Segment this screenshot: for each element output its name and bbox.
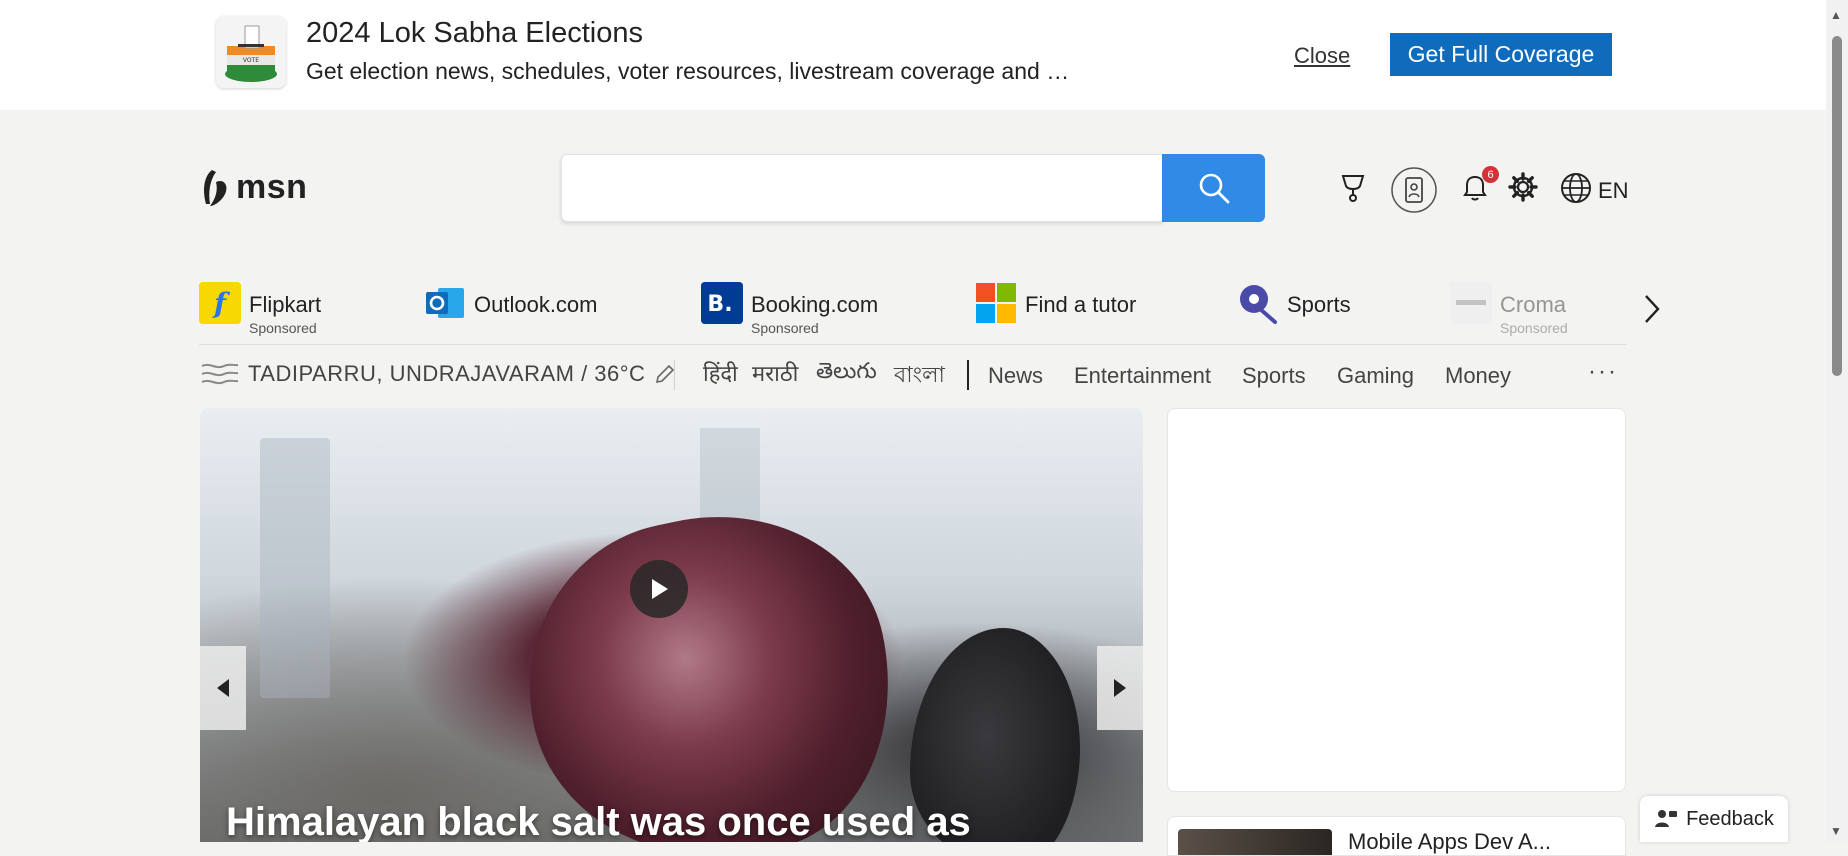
nav-gaming[interactable]: Gaming	[1337, 363, 1414, 389]
nav-sports[interactable]: Sports	[1242, 363, 1306, 389]
hero-carousel[interactable]: Himalayan black salt was once used as	[200, 408, 1143, 842]
quicklinks-divider	[199, 344, 1627, 345]
haze-weather-icon	[201, 363, 239, 385]
weather-text: TADIPARRU, UNDRAJAVARAM / 36°C	[248, 361, 646, 386]
msn-logo[interactable]: msn	[198, 166, 307, 208]
lang-link-marathi[interactable]: मराठी	[752, 358, 798, 388]
hero-title[interactable]: Himalayan black salt was once used as	[226, 800, 971, 842]
quicklink-label: Outlook.com	[474, 292, 598, 317]
play-icon	[652, 579, 668, 599]
lang-link-bangla[interactable]: বাংলা	[894, 358, 945, 395]
microsoft-icon	[975, 282, 1017, 324]
booking-icon: B.	[701, 282, 743, 324]
quicklinks-next-icon[interactable]	[1642, 292, 1662, 331]
language-selector[interactable]: EN	[1598, 178, 1629, 204]
nav-money[interactable]: Money	[1445, 363, 1511, 389]
scroll-thumb[interactable]	[1832, 36, 1842, 376]
nav-separator	[674, 360, 675, 390]
page-scrollbar[interactable]: ▲ ▼	[1826, 0, 1848, 842]
search-box[interactable]	[561, 154, 1163, 222]
story-thumbnail	[1178, 829, 1332, 855]
sports-icon	[1237, 282, 1279, 324]
quicklinks-bar: f Flipkart Sponsored Outlook.com B. Book…	[199, 282, 1627, 342]
quicklink-sports[interactable]: Sports	[1237, 282, 1351, 342]
play-video-button[interactable]	[630, 560, 688, 618]
quicklink-label: Booking.com	[751, 292, 879, 317]
feedback-icon	[1655, 810, 1678, 827]
scroll-up-icon[interactable]: ▲	[1830, 8, 1842, 22]
outlook-icon	[424, 282, 466, 324]
carousel-prev-button[interactable]	[200, 646, 246, 730]
banner-title: 2024 Lok Sabha Elections	[306, 17, 643, 49]
carousel-next-button[interactable]	[1097, 646, 1143, 730]
feedback-button[interactable]: Feedback	[1640, 796, 1788, 842]
quicklink-label: Croma	[1500, 292, 1567, 317]
globe-icon[interactable]	[1560, 172, 1592, 204]
sponsored-label: Sponsored	[249, 320, 317, 336]
nav-separator	[967, 360, 969, 390]
quicklink-label: Sports	[1287, 292, 1351, 317]
lang-link-telugu[interactable]: తెలుగు	[816, 358, 877, 389]
hero-image-salt-rock	[498, 484, 922, 842]
sponsored-label: Sponsored	[751, 320, 819, 336]
quicklink-flipkart[interactable]: f Flipkart Sponsored	[199, 282, 321, 342]
rewards-trophy-icon[interactable]	[1338, 172, 1368, 204]
chevron-right-icon	[1114, 679, 1126, 697]
svg-text:VOTE: VOTE	[243, 57, 259, 64]
svg-text:B.: B.	[707, 292, 732, 317]
sponsored-label: Sponsored	[1500, 320, 1568, 336]
quicklink-croma[interactable]: Croma Sponsored	[1450, 282, 1568, 342]
nav-news[interactable]: News	[988, 363, 1043, 389]
quicklink-label: Find a tutor	[1025, 292, 1137, 317]
weather-location[interactable]: TADIPARRU, UNDRAJAVARAM / 36°C	[200, 360, 677, 388]
hero-background	[260, 438, 330, 698]
election-banner: VOTE 2024 Lok Sabha Elections Get electi…	[0, 0, 1826, 110]
notification-badge: 6	[1482, 166, 1499, 183]
search-button[interactable]	[1162, 154, 1265, 222]
search-icon	[1199, 173, 1229, 204]
profile-badge-icon[interactable]	[1390, 166, 1438, 214]
ad-panel	[1167, 408, 1626, 792]
banner-close-link[interactable]: Close	[1294, 43, 1350, 69]
gear-icon[interactable]	[1508, 172, 1538, 202]
banner-subtitle: Get election news, schedules, voter reso…	[306, 58, 1070, 84]
ballot-box-icon: VOTE	[216, 16, 286, 88]
croma-icon	[1450, 282, 1492, 324]
feedback-label: Feedback	[1686, 807, 1774, 830]
lang-link-hindi[interactable]: हिंदी	[703, 358, 738, 388]
quicklink-find-a-tutor[interactable]: Find a tutor	[975, 282, 1136, 342]
story-title: Mobile Apps Dev A...	[1348, 829, 1551, 854]
msn-butterfly-icon	[204, 170, 227, 206]
get-full-coverage-button[interactable]: Get Full Coverage	[1390, 33, 1612, 76]
msn-logo-text: msn	[236, 167, 308, 206]
quicklink-label: Flipkart	[249, 292, 322, 317]
quicklink-outlook[interactable]: Outlook.com	[424, 282, 598, 342]
chevron-left-icon	[217, 679, 229, 697]
more-menu-icon[interactable]: ···	[1588, 358, 1618, 386]
nav-entertainment[interactable]: Entertainment	[1074, 363, 1211, 389]
story-card[interactable]: Mobile Apps Dev A...	[1167, 816, 1626, 856]
quicklink-booking[interactable]: B. Booking.com Sponsored	[701, 282, 878, 342]
scroll-down-icon[interactable]: ▼	[1830, 824, 1842, 838]
search-input[interactable]	[562, 155, 1162, 221]
flipkart-icon: f	[199, 282, 241, 324]
